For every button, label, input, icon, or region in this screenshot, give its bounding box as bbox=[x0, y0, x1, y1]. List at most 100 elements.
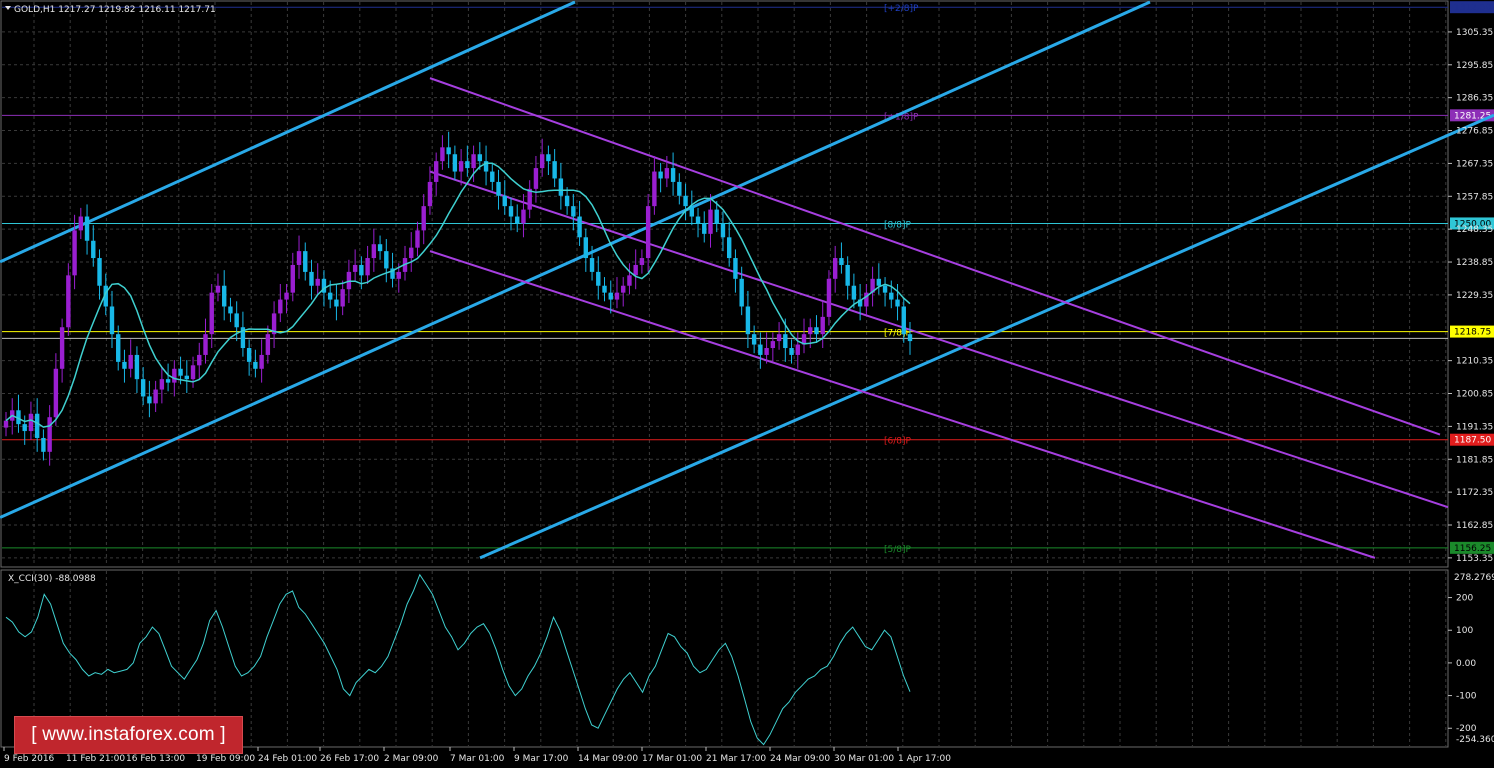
time-tick-label: 24 Mar 09:00 bbox=[770, 754, 830, 764]
candle-body bbox=[851, 285, 857, 300]
price-tick-label: 1210.35 bbox=[1456, 357, 1493, 367]
candle-body bbox=[415, 230, 420, 248]
candle-body bbox=[552, 161, 557, 179]
candle-body bbox=[197, 354, 202, 366]
candle-body bbox=[159, 379, 165, 390]
candle-body bbox=[3, 420, 9, 428]
candle-body bbox=[427, 181, 433, 207]
cci-tick-label: 200 bbox=[1456, 594, 1473, 604]
candle-body bbox=[278, 299, 283, 314]
price-tick-label: 1267.35 bbox=[1456, 159, 1493, 169]
candle-body bbox=[109, 306, 115, 335]
candle-body bbox=[327, 292, 333, 300]
candle-body bbox=[296, 251, 302, 265]
candle-body bbox=[440, 147, 445, 162]
candle-body bbox=[571, 206, 576, 217]
dropdown-arrow-icon[interactable] bbox=[5, 6, 11, 10]
candle-body bbox=[695, 216, 701, 224]
candle-body bbox=[265, 334, 271, 355]
candle-body bbox=[215, 285, 221, 293]
candle-body bbox=[689, 206, 694, 217]
candle-body bbox=[78, 216, 84, 231]
candle-body bbox=[172, 368, 177, 383]
cci-min-label: -254.3609 bbox=[1456, 735, 1494, 745]
level-tag-label: 1218.75 bbox=[1454, 328, 1491, 338]
candle-body bbox=[702, 223, 707, 234]
candle-body bbox=[776, 334, 782, 342]
candle-body bbox=[882, 285, 888, 293]
price-tick-label: 1200.85 bbox=[1456, 390, 1493, 400]
candle-body bbox=[41, 437, 46, 452]
candle-body bbox=[309, 271, 314, 286]
candle-body bbox=[558, 178, 564, 196]
candle-body bbox=[421, 206, 426, 231]
candle-body bbox=[589, 258, 595, 272]
candle-body bbox=[639, 258, 645, 265]
cci-tick-label: -200 bbox=[1456, 724, 1477, 734]
candle-body bbox=[783, 334, 788, 349]
murrey-levels: 1312.501281.251250.001218.751187.501156.… bbox=[2, 1, 1494, 555]
time-tick-label: 7 Mar 01:00 bbox=[450, 754, 505, 764]
candle-body bbox=[134, 354, 140, 380]
murrey-label: [7/8]P bbox=[884, 329, 912, 339]
candle-body bbox=[253, 361, 258, 369]
time-tick-label: 11 Feb 21:00 bbox=[66, 754, 125, 764]
candle-body bbox=[190, 365, 196, 380]
candle-body bbox=[889, 292, 894, 300]
candle-body bbox=[97, 258, 102, 286]
candle-body bbox=[814, 327, 819, 335]
instaforex-logo[interactable]: [ www.instaforex.com ] bbox=[14, 716, 243, 754]
candle-body bbox=[677, 181, 682, 196]
candle-body bbox=[284, 292, 289, 300]
candle-body bbox=[53, 368, 59, 418]
candle-body bbox=[396, 271, 401, 279]
candle-body bbox=[178, 368, 183, 376]
candle-body bbox=[22, 424, 27, 432]
candle-body bbox=[458, 161, 464, 172]
candle-body bbox=[683, 195, 688, 207]
candle-body bbox=[895, 299, 900, 307]
time-tick-label: 30 Mar 01:00 bbox=[834, 754, 894, 764]
candle-body bbox=[72, 230, 77, 276]
price-tick-label: 1172.35 bbox=[1456, 488, 1493, 498]
candle-body bbox=[839, 258, 844, 265]
price-tick-label: 1286.35 bbox=[1456, 94, 1493, 104]
candle-body bbox=[452, 154, 458, 172]
level-tag-label: 1312.50 bbox=[1454, 3, 1491, 13]
candle-body bbox=[521, 209, 526, 224]
price-tick-label: 1162.85 bbox=[1456, 521, 1493, 531]
price-tick-label: 1153.35 bbox=[1456, 554, 1493, 564]
candle-body bbox=[259, 354, 264, 369]
candle-body bbox=[876, 278, 882, 286]
candle-body bbox=[377, 244, 383, 252]
channel-line bbox=[429, 170, 1449, 509]
candle-body bbox=[340, 289, 345, 307]
price-tick-label: 1229.35 bbox=[1456, 291, 1493, 301]
time-tick-label: 21 Mar 17:00 bbox=[706, 754, 766, 764]
candle-body bbox=[471, 154, 476, 169]
candle-body bbox=[808, 327, 813, 335]
murrey-label: [6/8]P bbox=[884, 437, 912, 447]
candle-body bbox=[583, 237, 589, 259]
cci-max-label: 278.2769 bbox=[1454, 573, 1494, 583]
candle-body bbox=[733, 258, 738, 279]
candle-body bbox=[739, 278, 744, 307]
candle-body bbox=[465, 161, 470, 169]
candle-body bbox=[496, 181, 501, 196]
candle-body bbox=[745, 306, 751, 335]
candle-body bbox=[384, 251, 389, 269]
time-tick-label: 19 Feb 09:00 bbox=[196, 754, 255, 764]
candle-body bbox=[84, 216, 90, 241]
time-tick-label: 14 Mar 09:00 bbox=[578, 754, 638, 764]
candle-body bbox=[477, 154, 483, 162]
candle-body bbox=[764, 348, 769, 355]
candle-body bbox=[409, 247, 414, 259]
cci-label: X_CCI(30) -88.0988 bbox=[8, 574, 96, 584]
candle-body bbox=[608, 292, 613, 300]
candle-body bbox=[315, 278, 320, 286]
candle-body bbox=[832, 258, 838, 279]
candle-body bbox=[770, 341, 776, 349]
candle-body bbox=[34, 413, 40, 438]
candle-body bbox=[359, 264, 364, 276]
candle-body bbox=[246, 348, 252, 362]
